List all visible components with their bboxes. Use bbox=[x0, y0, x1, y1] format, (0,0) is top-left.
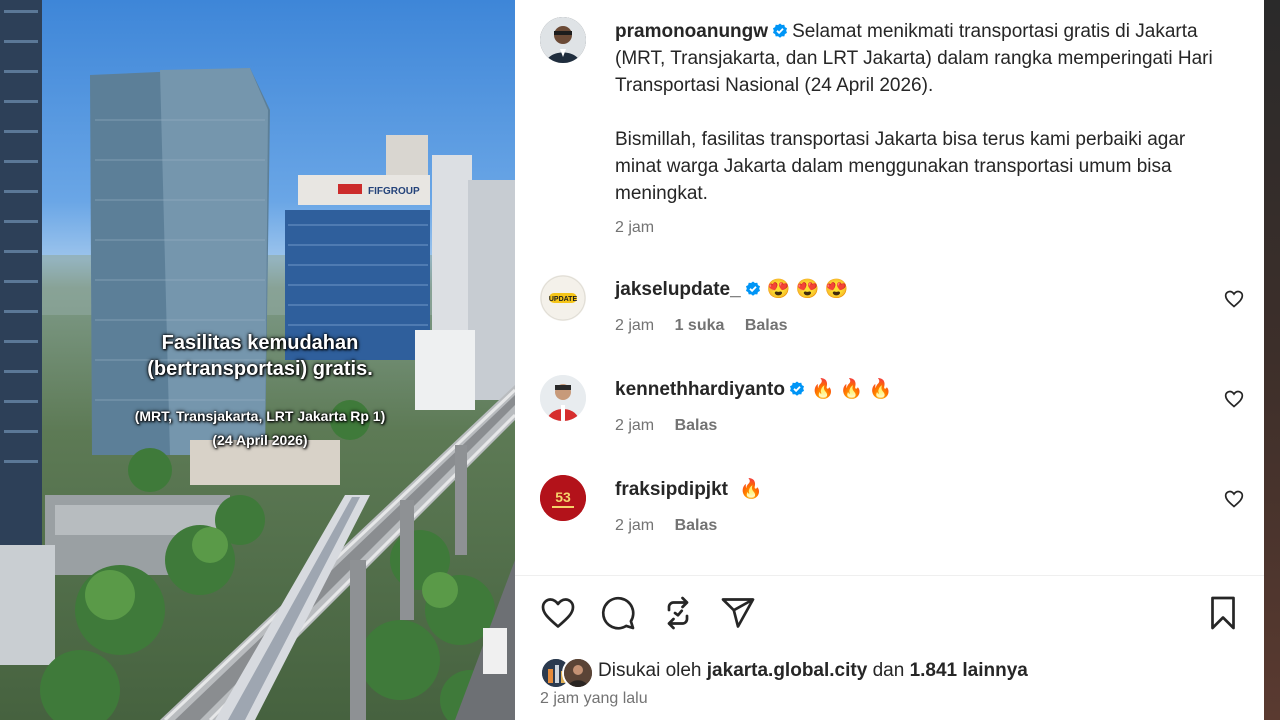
comment-text: kennethhardiyanto 🔥 🔥 🔥 bbox=[615, 377, 893, 403]
jaksel-logo-text: UPDATE bbox=[549, 296, 578, 303]
comment-emoji: 😍 😍 😍 bbox=[766, 279, 849, 300]
post-caption: pramonoanungw Selamat menikmati transport… bbox=[615, 18, 1215, 207]
comment-meta: 2 jam Balas bbox=[615, 517, 733, 535]
media-caption-line1: Fasilitas kemudahan bbox=[161, 332, 359, 354]
pdip-logo-icon: 53 bbox=[540, 475, 586, 521]
repost-icon[interactable] bbox=[660, 595, 696, 631]
bookmark-icon[interactable] bbox=[1205, 595, 1241, 631]
author-username[interactable]: pramonoanungw bbox=[615, 21, 768, 42]
person-avatar-icon bbox=[564, 659, 592, 687]
instagram-post-view: FIFGROUP Fasilitas kemudahan (bertranspo… bbox=[0, 0, 1280, 720]
jaksel-logo-icon: UPDATE bbox=[540, 275, 586, 321]
person-avatar-icon bbox=[540, 375, 586, 421]
post-timeago: 2 jam yang lalu bbox=[540, 690, 648, 707]
comment-username[interactable]: fraksipdipjkt bbox=[615, 479, 728, 500]
heart-icon[interactable] bbox=[540, 595, 576, 631]
comment-like-heart-icon[interactable] bbox=[1224, 489, 1244, 509]
post-time: 2 jam bbox=[615, 219, 655, 236]
comment-text: fraksipdipjkt 🔥 bbox=[615, 477, 763, 503]
verified-badge-icon bbox=[789, 381, 804, 396]
caption-paragraph-2: Bismillah, fasilitas transportasi Jakart… bbox=[615, 129, 1186, 204]
post-media[interactable]: FIFGROUP Fasilitas kemudahan (bertranspo… bbox=[0, 0, 515, 720]
liker-avatar[interactable] bbox=[562, 657, 594, 689]
comment-text: jakselupdate_ 😍 😍 😍 bbox=[615, 277, 848, 303]
comment-avatar[interactable]: 53 bbox=[540, 475, 586, 521]
verified-badge-icon bbox=[745, 281, 760, 296]
background-edge bbox=[1264, 0, 1280, 720]
likes-count[interactable]: 1.841 lainnya bbox=[910, 660, 1028, 681]
comment-meta: 2 jam 1 suka Balas bbox=[615, 317, 804, 335]
comment-item: UPDATE jakselupdate_ 😍 😍 😍 2 jam 1 suka B… bbox=[515, 275, 1264, 367]
comment-username[interactable]: jakselupdate_ bbox=[615, 279, 741, 300]
likes-prefix: Disukai oleh bbox=[598, 660, 702, 681]
likes-text: Disukai oleh jakarta.global.city dan 1.8… bbox=[598, 660, 1028, 682]
comment-meta: 2 jam Balas bbox=[615, 417, 733, 435]
send-icon[interactable] bbox=[720, 595, 756, 631]
media-caption-line3: (MRT, Transjakarta, LRT Jakarta Rp 1) bbox=[134, 408, 386, 424]
comment-like-heart-icon[interactable] bbox=[1224, 289, 1244, 309]
comment-item: kennethhardiyanto 🔥 🔥 🔥 2 jam Balas bbox=[515, 375, 1264, 467]
reply-button[interactable]: Balas bbox=[675, 417, 718, 434]
likes-connector: dan bbox=[872, 660, 905, 681]
action-bar-divider bbox=[515, 575, 1264, 576]
comment-like-heart-icon[interactable] bbox=[1224, 389, 1244, 409]
reply-button[interactable]: Balas bbox=[675, 517, 718, 534]
author-avatar[interactable] bbox=[540, 17, 586, 63]
comment-emoji: 🔥 🔥 🔥 bbox=[810, 379, 893, 400]
verified-badge-icon bbox=[773, 23, 788, 38]
person-avatar-icon bbox=[540, 17, 586, 63]
comment-likes-count[interactable]: 1 suka bbox=[675, 317, 725, 334]
building-sign-text: FIFGROUP bbox=[368, 186, 420, 197]
media-caption-line4: (24 April 2026) bbox=[212, 432, 308, 448]
comment-item: 53 fraksipdipjkt 🔥 2 jam Balas bbox=[515, 475, 1264, 567]
media-caption-line2: (bertransportasi) gratis. bbox=[147, 358, 373, 380]
comment-time: 2 jam bbox=[615, 317, 655, 334]
liker-username[interactable]: jakarta.global.city bbox=[707, 660, 868, 681]
comment-time: 2 jam bbox=[615, 417, 655, 434]
comment-avatar[interactable] bbox=[540, 375, 586, 421]
post-panel: pramonoanungw Selamat menikmati transport… bbox=[515, 0, 1264, 720]
pdip-logo-text: 53 bbox=[555, 489, 571, 505]
reply-button[interactable]: Balas bbox=[745, 317, 788, 334]
comment-username[interactable]: kennethhardiyanto bbox=[615, 379, 785, 400]
comment-emoji: 🔥 bbox=[739, 479, 763, 500]
comment-icon[interactable] bbox=[600, 595, 636, 631]
comment-avatar[interactable]: UPDATE bbox=[540, 275, 586, 321]
comment-time: 2 jam bbox=[615, 517, 655, 534]
